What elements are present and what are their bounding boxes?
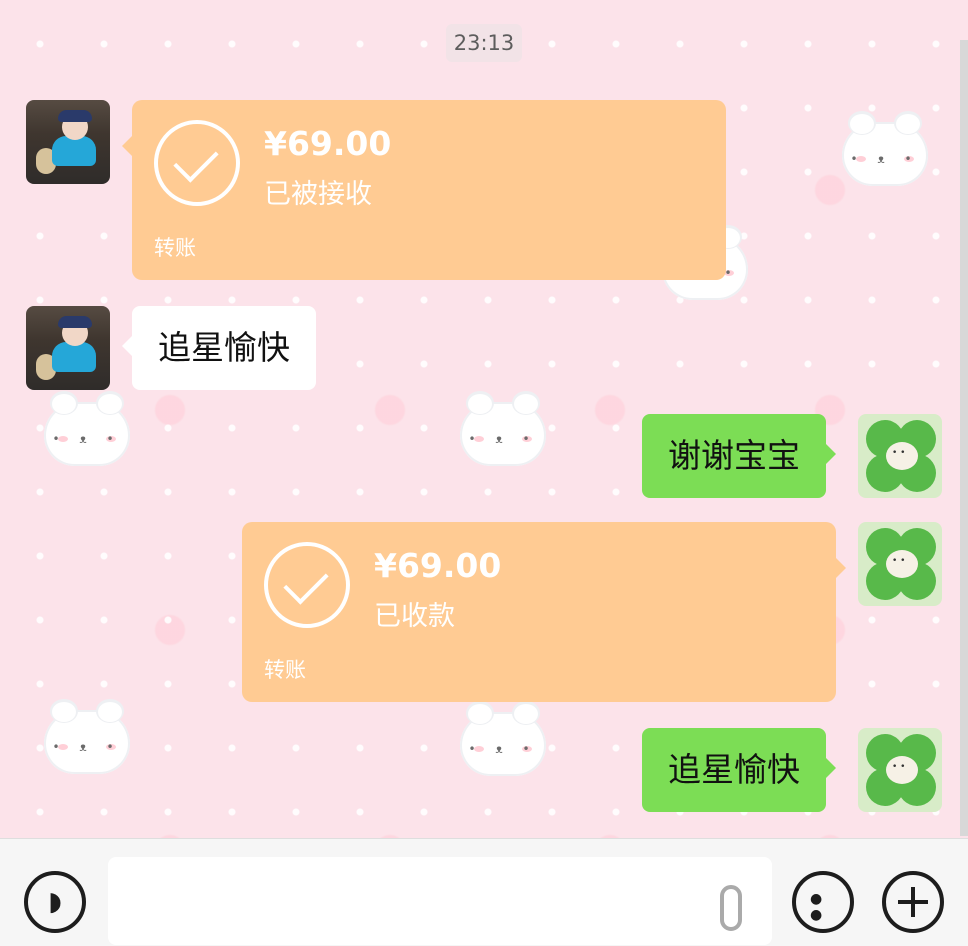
check-icon [264, 542, 350, 628]
paperclip-icon[interactable] [720, 885, 742, 931]
transfer-label: 转账 [154, 236, 196, 260]
transfer-status: 已被接收 [264, 179, 372, 210]
emoji-icon[interactable]: ● ● [792, 871, 854, 933]
voice-icon[interactable]: ◗ [24, 871, 86, 933]
bear-decoration: • ᴥ • [44, 394, 130, 466]
input-bar: ◗ ● ● [0, 838, 968, 946]
check-icon [154, 120, 240, 206]
message-bubble[interactable]: 追星愉快 [122, 306, 316, 390]
transfer-card[interactable]: ¥69.00 已收款 转账 [242, 522, 846, 702]
transfer-status: 已收款 [374, 601, 455, 632]
transfer-amount: ¥69.00 [264, 124, 392, 163]
bear-decoration: • ᴥ • [460, 704, 546, 776]
plus-icon[interactable] [882, 871, 944, 933]
transfer-amount: ¥69.00 [374, 546, 502, 585]
message-input[interactable] [108, 857, 772, 945]
scrollbar[interactable] [960, 40, 968, 836]
transfer-card[interactable]: ¥69.00 已被接收 转账 [122, 100, 726, 280]
message-bubble[interactable]: 谢谢宝宝 [642, 414, 836, 498]
my-avatar[interactable] [858, 414, 942, 498]
my-avatar[interactable] [858, 522, 942, 606]
contact-avatar[interactable] [26, 100, 110, 184]
message-timestamp: 23:13 [446, 24, 522, 62]
transfer-label: 转账 [264, 658, 306, 682]
chat-area[interactable]: • ᴥ • • ᴥ • • ᴥ • • ᴥ • • ᴥ • • ᴥ • 23:1… [0, 0, 968, 838]
my-avatar[interactable] [858, 728, 942, 812]
bear-decoration: • ᴥ • [842, 114, 928, 186]
contact-avatar[interactable] [26, 306, 110, 390]
bear-decoration: • ᴥ • [44, 702, 130, 774]
bear-decoration: • ᴥ • [460, 394, 546, 466]
message-bubble[interactable]: 追星愉快 [642, 728, 836, 812]
